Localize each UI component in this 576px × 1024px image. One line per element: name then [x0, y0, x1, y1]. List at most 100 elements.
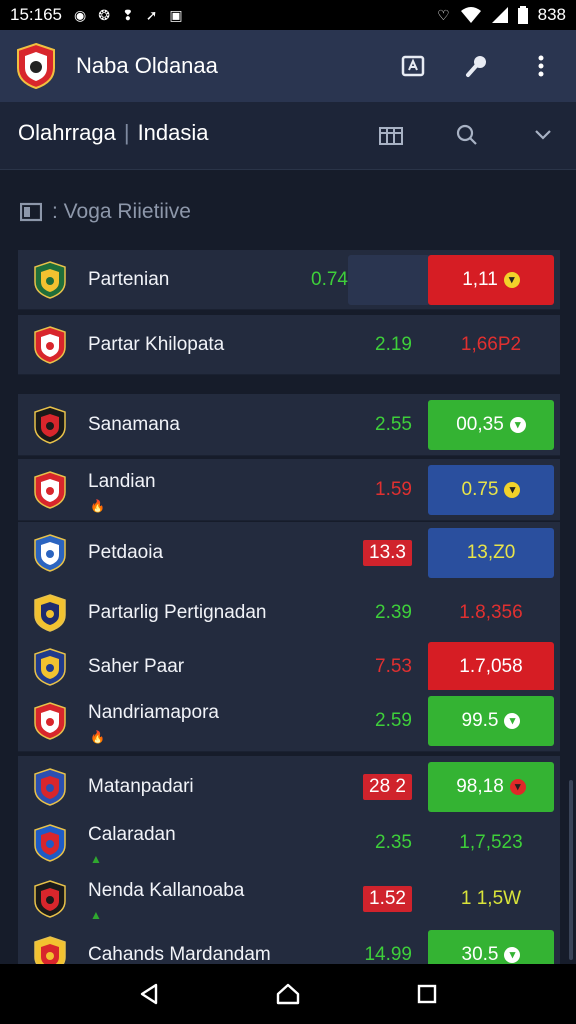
whatsapp-icon: ◉ [74, 6, 87, 23]
odd-away-button[interactable]: 1.7,058 [428, 641, 554, 692]
recents-icon[interactable] [407, 974, 447, 1014]
odd-home[interactable]: 2.59 [375, 710, 412, 732]
odd-home[interactable]: 2.39 [375, 602, 412, 624]
team-name: Saher Paar [88, 655, 185, 677]
notification-icon: ❢ [121, 6, 134, 23]
odd-away-value: 1,7,523 [459, 831, 523, 853]
odd-away-value: 1.7,058 [459, 655, 523, 677]
odd-away-button[interactable]: 13,Z0 [428, 527, 554, 578]
odd-away-button[interactable]: 0.75 ▾ [428, 464, 554, 515]
odd-away-value: 1,11 [462, 268, 498, 290]
odd-home[interactable]: 1.59 [375, 479, 412, 501]
odd-away-value: 30.5 [461, 943, 499, 965]
odd-away-button[interactable]: 00,35 ▾ [428, 399, 554, 450]
screen-icon: ▣ [169, 6, 183, 23]
odd-away-button[interactable]: 1,11 ▾ [428, 254, 554, 305]
team-badge-icon [34, 701, 66, 740]
odd-home[interactable]: 2.19 [375, 334, 412, 356]
chevron-down-icon[interactable] [528, 120, 558, 150]
odd-away-button[interactable]: 99.5 ▾ [428, 695, 554, 746]
match-list-container: : Voga Riietiive Partenian 0.74 1,11 ▾ Parta… [0, 170, 576, 964]
signal-icon [491, 7, 508, 23]
team-name: Partenian [88, 268, 170, 290]
odd-away-value: 13,Z0 [466, 541, 516, 563]
team-name: Partarlig Pertignadan [88, 601, 267, 623]
odd-away-button[interactable]: 1,66P2 [428, 320, 554, 370]
match-row[interactable]: Partenian 0.74 1,11 ▾ [18, 250, 560, 310]
more-vertical-icon[interactable] [524, 49, 558, 83]
section-title: : Voga Riietiive [52, 200, 191, 223]
team-badge-icon [34, 647, 66, 686]
match-row[interactable]: Partarlig Pertignadan 2.39 1.8,356 [18, 582, 560, 644]
match-row[interactable]: Cahands Mardandam 14.99 30.5 ▾ [18, 924, 560, 964]
status-time: 15:165 [10, 5, 62, 24]
tab-olahraga[interactable]: Olahrraga [18, 120, 116, 146]
team-name: Landian [88, 471, 156, 492]
odd-home[interactable]: 0.74 [311, 269, 348, 291]
fire-icon: 🔥 [90, 730, 105, 744]
team-name: Petdaoia [88, 541, 164, 563]
odd-home-box[interactable] [348, 255, 430, 305]
odd-away-value: 99.5 [461, 709, 499, 731]
match-row[interactable]: Landian 🔥 1.59 0.75 ▾ [18, 459, 560, 521]
folder-icon [20, 202, 42, 222]
system-nav-bar [0, 964, 576, 1024]
status-bar: 15:165 ◉ ❂ ❢ ➚ ▣ ♡ 838 [0, 0, 576, 30]
match-row[interactable]: Matanpadari 28 2 98,18 ▾ [18, 756, 560, 818]
team-name: Calaradan [88, 824, 176, 845]
team-badge-icon [34, 533, 66, 572]
tool-icon[interactable] [460, 49, 494, 83]
share-icon[interactable] [396, 49, 430, 83]
odd-home[interactable]: 14.99 [364, 944, 412, 965]
odd-away-button[interactable]: 1,7,523 [428, 818, 554, 868]
odd-home[interactable]: 13.3 [363, 539, 412, 566]
team-badge-icon [34, 260, 66, 299]
odd-home[interactable]: 2.55 [375, 414, 412, 436]
app-icon: ❂ [98, 6, 110, 23]
team-badge-icon [34, 593, 66, 632]
team-name: Nandriamapora [88, 702, 219, 723]
match-row[interactable]: Sanamana 2.55 00,35 ▾ [18, 394, 560, 456]
odd-home[interactable]: 7.53 [375, 656, 412, 678]
calendar-icon[interactable] [376, 120, 406, 150]
match-row[interactable]: Calaradan ▲ 2.35 1,7,523 [18, 812, 560, 874]
odd-away-value: 98,18 [456, 775, 504, 797]
cast-icon: ➚ [145, 6, 158, 23]
scrollbar[interactable] [569, 780, 573, 960]
odd-away-button[interactable]: 30.5 ▾ [428, 929, 554, 965]
odd-indicator-icon: ▾ [503, 271, 520, 288]
odd-away-value: 1.8,356 [459, 601, 523, 623]
home-icon[interactable] [268, 974, 308, 1014]
team-name: Sanamana [88, 413, 180, 435]
match-row[interactable]: Partar Khilopata 2.19 1,66P2 [18, 315, 560, 375]
heart-icon: ♡ [437, 6, 450, 23]
tab-indonesia[interactable]: Indasia [138, 120, 209, 146]
match-row[interactable]: Nenda Kallanoaba ▲ 1.52 1 1,5W [18, 868, 560, 930]
trend-up-icon: ▲ [90, 852, 102, 866]
team-badge-icon [34, 935, 66, 964]
trend-up-icon: ▲ [90, 908, 102, 922]
team-name: Nenda Kallanoaba [88, 880, 245, 901]
odd-home[interactable]: 1.52 [363, 885, 412, 912]
match-row[interactable]: Saher Paar 7.53 1.7,058 [18, 636, 560, 698]
team-name: Cahands Mardandam [88, 943, 271, 965]
section-header: : Voga Riietiive [20, 200, 191, 224]
odd-away-value: 0.75 [461, 478, 499, 500]
odd-away-button[interactable]: 1 1,5W [428, 874, 554, 924]
odd-indicator-icon: ▾ [504, 946, 521, 963]
odd-home[interactable]: 2.35 [375, 832, 412, 854]
odd-indicator-icon: ▾ [509, 416, 526, 433]
search-icon[interactable] [452, 120, 482, 150]
wifi-icon [460, 7, 481, 23]
team-badge-icon [34, 823, 66, 862]
odd-away-button[interactable]: 98,18 ▾ [428, 761, 554, 812]
back-icon[interactable] [129, 974, 169, 1014]
match-row[interactable]: Nandriamapora 🔥 2.59 99.5 ▾ [18, 690, 560, 752]
odd-away-value: 1 1,5W [460, 887, 522, 909]
match-row[interactable]: Petdaoia 13.3 13,Z0 [18, 522, 560, 584]
team-badge-icon [34, 767, 66, 806]
team-badge-icon [34, 405, 66, 444]
club-logo-icon [17, 42, 55, 90]
odd-home[interactable]: 28 2 [363, 773, 412, 800]
odd-away-button[interactable]: 1.8,356 [428, 588, 554, 638]
